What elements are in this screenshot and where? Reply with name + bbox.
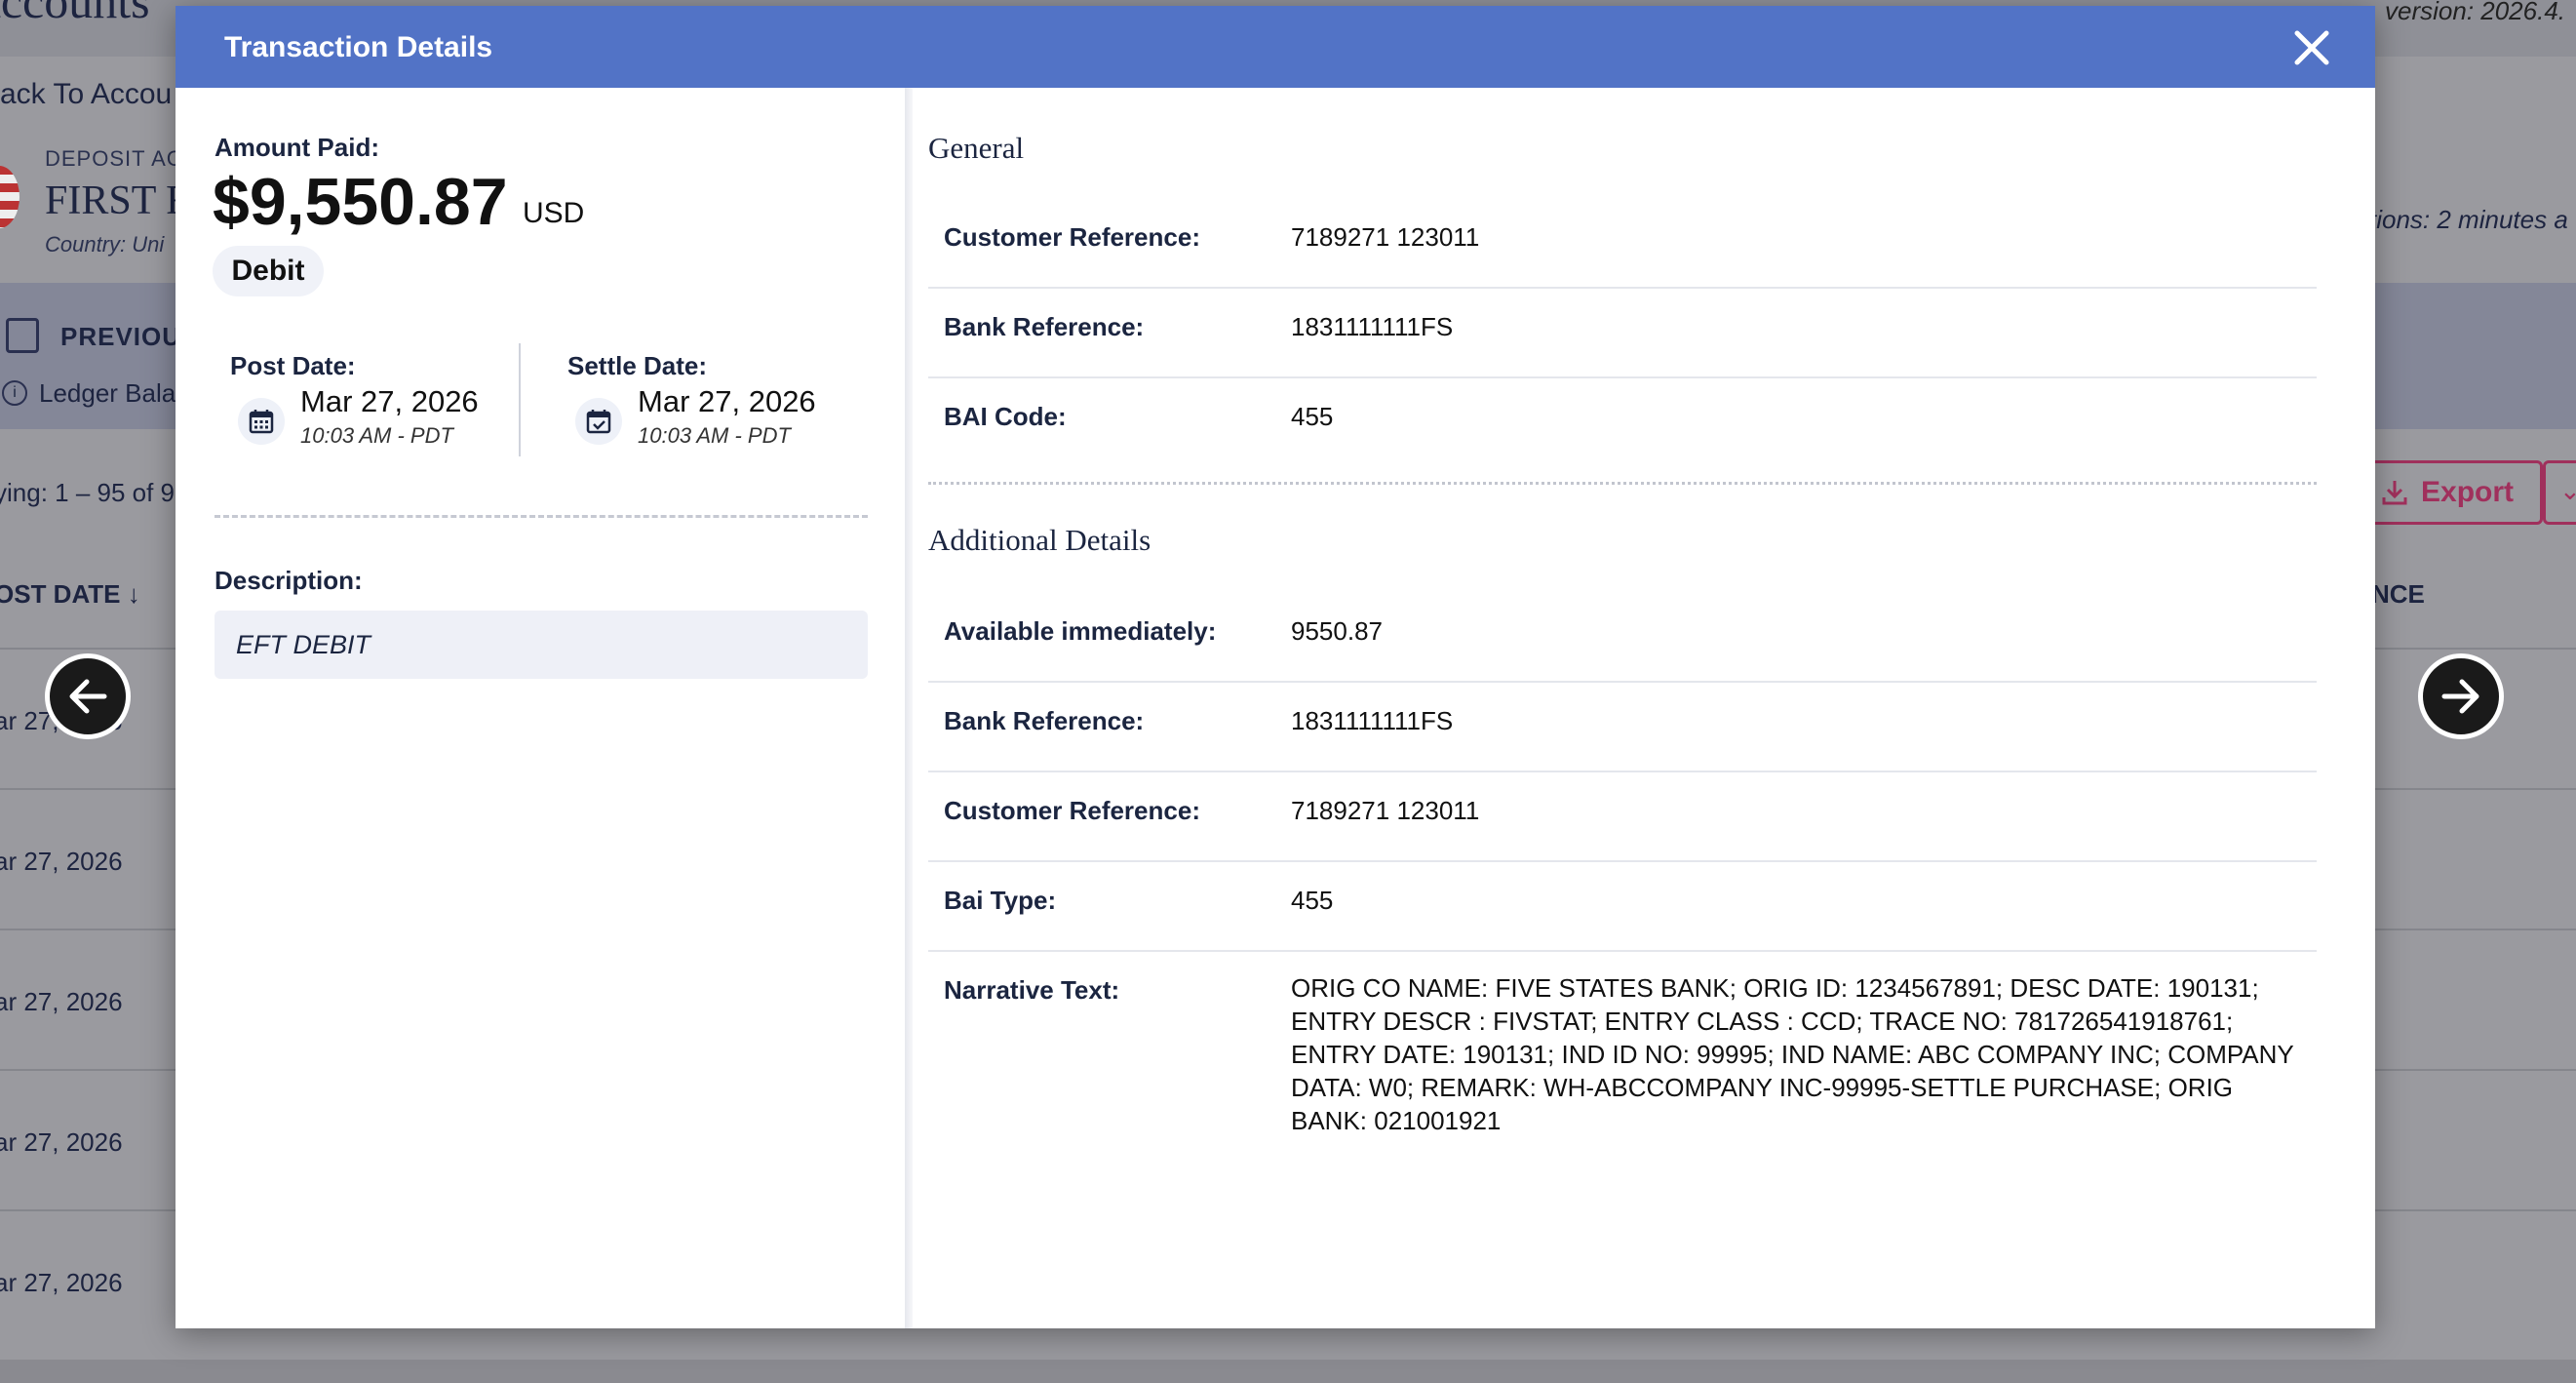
calendar-icon — [6, 318, 39, 353]
calendar-check-icon — [586, 410, 611, 434]
section-divider — [215, 515, 868, 518]
sort-arrow-down-icon: ↓ — [127, 579, 140, 609]
flag-icon — [0, 166, 20, 228]
detail-label: Customer Reference: — [944, 796, 1200, 825]
amount-value: $9,550.87 — [213, 165, 508, 239]
amount-currency: USD — [523, 197, 585, 229]
version-label: version: 2026.4. — [2385, 0, 2566, 25]
additional-details-section-title: Additional Details — [928, 523, 1151, 557]
column-header-post-date[interactable]: OST DATE ↓ — [0, 579, 140, 610]
description-value: EFT DEBIT — [215, 611, 868, 679]
detail-label: Customer Reference: — [944, 222, 1200, 252]
background-footer — [0, 1360, 2576, 1383]
detail-row-bai-code: BAI Code: 455 — [928, 378, 2317, 466]
modal-title: Transaction Details — [224, 31, 493, 63]
detail-label: Bank Reference: — [944, 312, 1145, 341]
detail-value: 9550.87 — [1291, 616, 1383, 646]
modal-header: Transaction Details — [176, 6, 2375, 88]
detail-value: 1831111111FS — [1291, 312, 1454, 341]
detail-value: 455 — [1291, 886, 1334, 915]
date-divider — [519, 343, 521, 456]
pagination-summary: ying: 1 – 95 of 95 — [0, 478, 189, 507]
detail-value: 7189271 123011 — [1291, 796, 1480, 825]
detail-label: Available immediately: — [944, 616, 1217, 646]
close-icon — [2294, 30, 2329, 65]
info-icon: i — [2, 380, 27, 406]
background-page-title: k Accounts — [0, 0, 150, 28]
post-date-time: 10:03 AM - PDT — [300, 423, 453, 448]
back-to-accounts-link[interactable]: ack To Accou — [0, 78, 172, 111]
next-transaction-button[interactable] — [2418, 653, 2504, 739]
settle-date-value: Mar 27, 2026 — [638, 384, 816, 418]
export-menu-toggle[interactable]: ⌄ — [2543, 460, 2576, 525]
post-date-value: Mar 27, 2026 — [300, 384, 479, 418]
detail-value: 1831111111FS — [1291, 706, 1454, 735]
detail-label: Bai Type: — [944, 886, 1057, 915]
row-date: ar 27, 2026 — [0, 1127, 123, 1157]
post-date-label: Post Date: — [230, 351, 356, 380]
general-section-title: General — [928, 131, 1025, 165]
previous-transaction-button[interactable] — [45, 653, 131, 739]
download-icon — [2382, 481, 2407, 505]
arrow-right-icon — [2441, 679, 2479, 714]
details-pane: General Customer Reference: 7189271 1230… — [913, 88, 2375, 1328]
detail-row-bank-reference: Bank Reference: 1831111111FS — [928, 683, 2317, 772]
detail-row-customer-reference: Customer Reference: 7189271 123011 — [928, 772, 2317, 862]
summary-pane: Amount Paid: $9,550.87 USD Debit Post Da… — [176, 88, 905, 1328]
export-label: Export — [2421, 476, 2515, 508]
post-date-icon-wrap — [238, 398, 285, 445]
account-name: FIRST F — [45, 178, 189, 223]
narrative-text-value: ORIG CO NAME: FIVE STATES BANK; ORIG ID:… — [1291, 973, 2294, 1135]
ledger-balance-label: Ledger Bala — [39, 378, 176, 408]
sync-status-text: tions: 2 minutes a — [2369, 205, 2568, 234]
settle-date-icon-wrap — [575, 398, 622, 445]
row-date: ar 27, 2026 — [0, 1268, 123, 1297]
detail-row-bai-type: Bai Type: 455 — [928, 862, 2317, 952]
section-divider — [928, 482, 2317, 485]
detail-label: Narrative Text: — [944, 975, 1120, 1005]
row-date: ar 27, 2026 — [0, 847, 123, 876]
column-header-balance[interactable]: NCE — [2371, 579, 2425, 610]
detail-value: 7189271 123011 — [1291, 222, 1480, 252]
detail-row-available-immediately: Available immediately: 9550.87 — [928, 593, 2317, 683]
detail-label: BAI Code: — [944, 402, 1067, 431]
description-label: Description: — [215, 566, 363, 595]
row-date: ar 27, 2026 — [0, 987, 123, 1016]
close-button[interactable] — [2289, 25, 2334, 70]
chevron-down-icon: ⌄ — [2559, 476, 2576, 505]
column-header-label: OST DATE — [0, 579, 121, 609]
detail-row-narrative-text: Narrative Text: ORIG CO NAME: FIVE STATE… — [928, 952, 2317, 1147]
detail-value: 455 — [1291, 402, 1334, 431]
arrow-left-icon — [69, 679, 107, 714]
settle-date-label: Settle Date: — [567, 351, 708, 380]
transaction-type-badge: Debit — [213, 246, 324, 296]
amount-label: Amount Paid: — [215, 133, 379, 162]
detail-row-customer-reference: Customer Reference: 7189271 123011 — [928, 199, 2317, 289]
export-button[interactable]: Export — [2360, 460, 2543, 525]
transaction-details-modal: Transaction Details Amount Paid: $9,550.… — [176, 6, 2375, 1328]
settle-date-time: 10:03 AM - PDT — [638, 423, 791, 448]
account-country: Country: Uni — [45, 232, 165, 257]
calendar-icon — [249, 410, 274, 434]
detail-row-bank-reference: Bank Reference: 1831111111FS — [928, 289, 2317, 378]
pane-divider — [905, 88, 913, 1328]
detail-label: Bank Reference: — [944, 706, 1145, 735]
